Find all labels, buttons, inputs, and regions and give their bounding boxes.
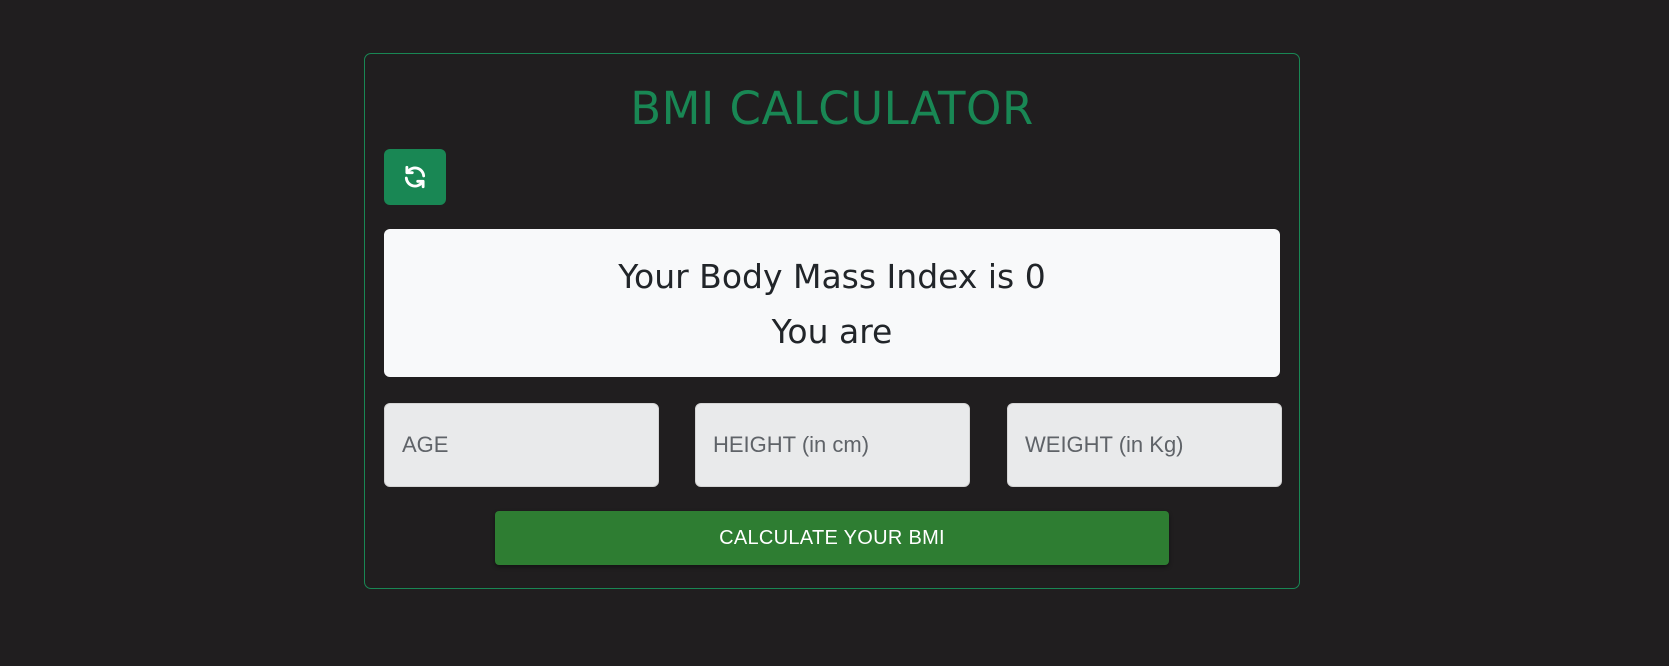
result-panel: Your Body Mass Index is 0 You are [384,229,1280,377]
bmi-result-text: Your Body Mass Index is 0 [618,257,1046,296]
height-input[interactable] [695,403,970,487]
input-row [384,403,1282,487]
calculate-bmi-button[interactable]: CALCULATE YOUR BMI [495,511,1169,565]
weight-input[interactable] [1007,403,1282,487]
refresh-icon [402,164,428,190]
bmi-status-text: You are [771,312,893,351]
age-input[interactable] [384,403,659,487]
reset-button[interactable] [384,149,446,205]
bmi-card: BMI CALCULATOR Your Body Mass Index is 0… [364,53,1300,589]
page-title: BMI CALCULATOR [630,82,1034,135]
